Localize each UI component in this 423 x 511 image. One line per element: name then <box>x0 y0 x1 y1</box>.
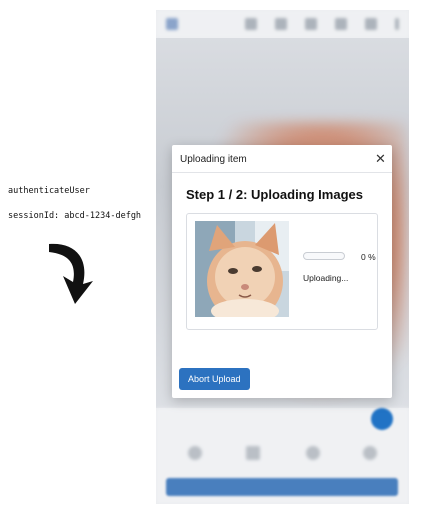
session-id-label: sessionId: abcd-1234-defgh <box>8 211 142 221</box>
save-icon[interactable] <box>335 18 347 30</box>
curved-arrow-icon <box>49 243 93 304</box>
upload-progress-bar <box>303 252 345 260</box>
close-icon[interactable]: ✕ <box>375 152 386 165</box>
abort-upload-button[interactable]: Abort Upload <box>179 368 250 390</box>
step-title: Step 1 / 2: Uploading Images <box>186 187 363 202</box>
add-button[interactable] <box>371 408 393 430</box>
settings-icon[interactable] <box>188 446 202 460</box>
dialog-title: Uploading item <box>180 154 247 165</box>
upload-status-text: Uploading... <box>303 273 349 283</box>
uploading-image-thumbnail <box>195 221 289 317</box>
document-icon[interactable] <box>305 18 317 30</box>
upload-dialog: Uploading item ✕ Step 1 / 2: Uploading I… <box>172 145 392 398</box>
function-name-label: authenticateUser <box>8 186 90 196</box>
dialog-header: Uploading item ✕ <box>172 145 392 173</box>
progress-percent-label: 0 % <box>361 252 376 262</box>
help-icon[interactable] <box>365 18 377 30</box>
palette-icon[interactable] <box>363 446 377 460</box>
play-icon[interactable] <box>246 446 260 460</box>
status-bar <box>166 478 398 496</box>
more-icon[interactable] <box>395 18 399 30</box>
app-toolbar <box>156 10 409 38</box>
redo-icon[interactable] <box>275 18 287 30</box>
undo-icon[interactable] <box>245 18 257 30</box>
menu-icon[interactable] <box>166 18 178 30</box>
paint-icon[interactable] <box>306 446 320 460</box>
